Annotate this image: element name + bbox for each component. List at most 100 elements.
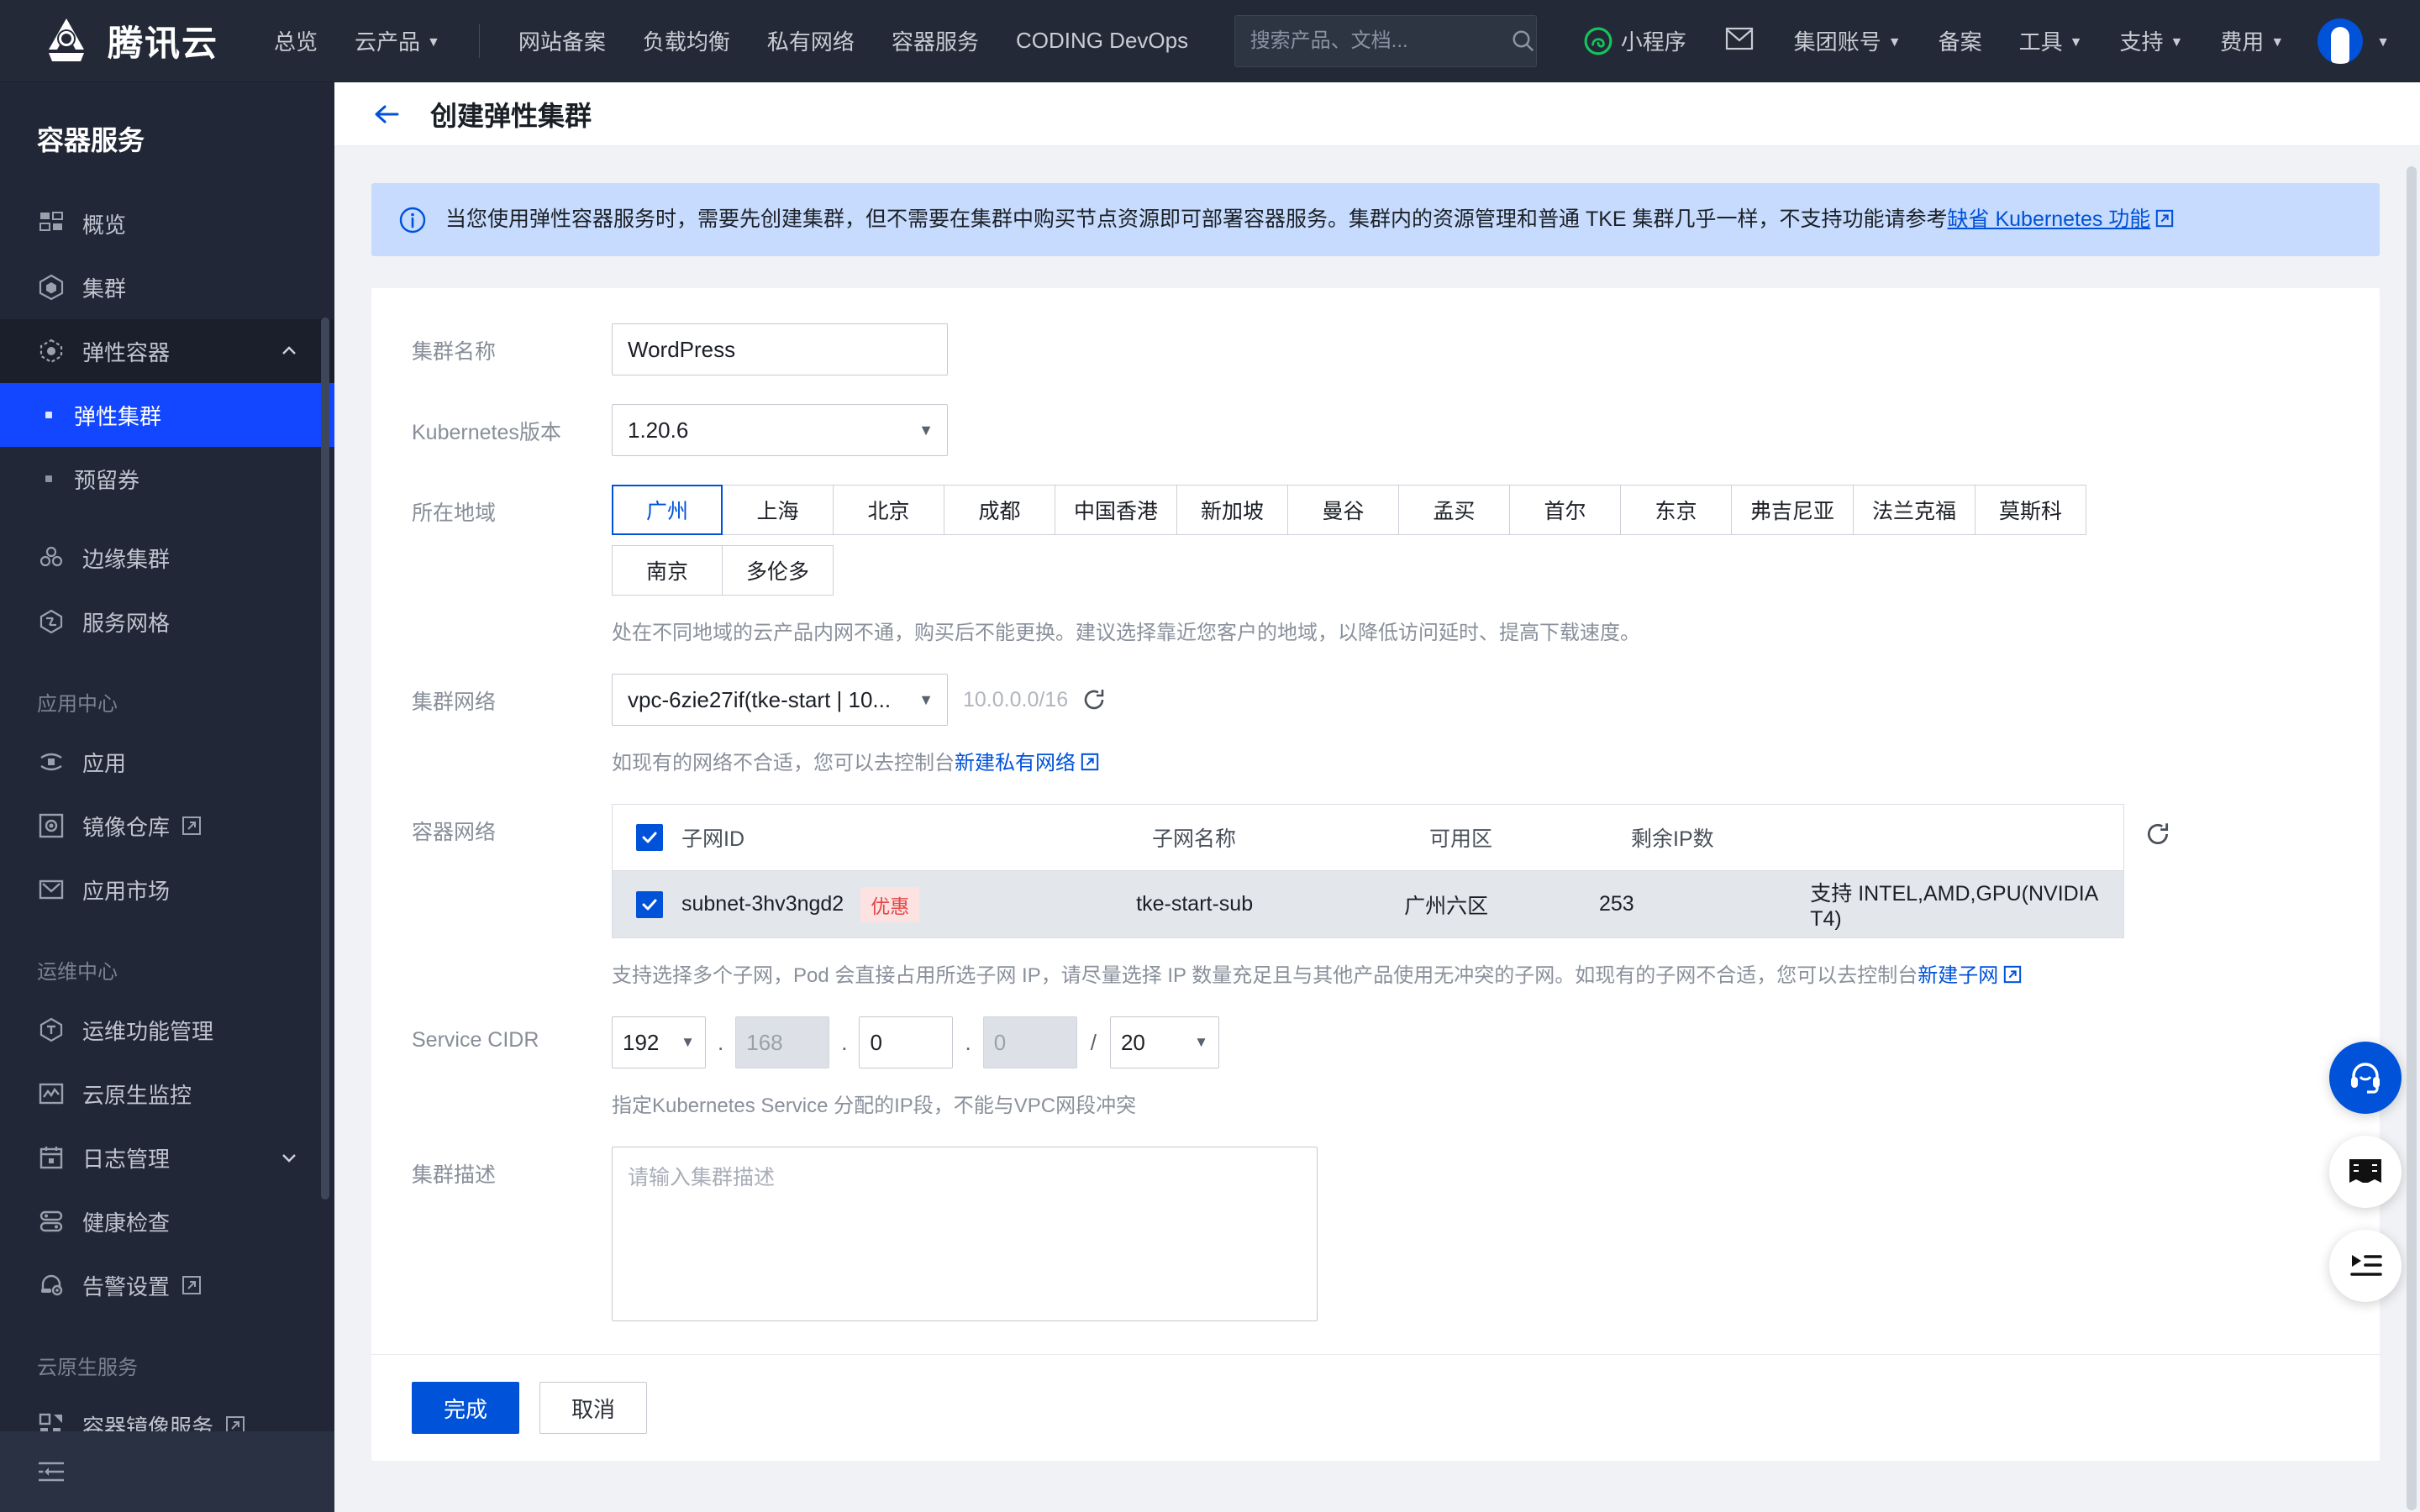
refresh-icon[interactable]: [2144, 821, 2171, 848]
region-tab-hongkong[interactable]: 中国香港: [1055, 485, 1178, 535]
sidebar-item-elastic-cluster[interactable]: 弹性集群: [0, 383, 334, 447]
sidebar-item-alarm-settings[interactable]: 告警设置: [0, 1253, 334, 1317]
label-region: 所在地域: [412, 501, 497, 525]
create-subnet-link[interactable]: 新建子网: [1918, 964, 1998, 987]
create-vpc-link[interactable]: 新建私有网络: [955, 752, 1076, 774]
user-menu[interactable]: ▼: [2302, 18, 2390, 64]
cluster-description-textarea[interactable]: [612, 1147, 1318, 1321]
customer-support-button[interactable]: [2329, 1042, 2402, 1114]
search-icon[interactable]: [1511, 29, 1536, 54]
nav-billing[interactable]: 费用 ▼: [2202, 0, 2302, 82]
sidebar-item-overview[interactable]: 概览: [0, 192, 334, 255]
global-search-box[interactable]: [1234, 14, 1537, 67]
sidebar-item-image-registry[interactable]: 镜像仓库: [0, 794, 334, 858]
nav-overview[interactable]: 总览: [255, 0, 336, 82]
cidr-mask-select[interactable]: 20 ▼: [1109, 1016, 1219, 1068]
region-tab-guangzhou[interactable]: 广州: [612, 485, 723, 535]
nav-filing[interactable]: 备案: [1920, 0, 2001, 82]
external-link-icon[interactable]: [1081, 753, 1099, 771]
nav-group-account-label: 集团账号: [1793, 29, 1881, 55]
sidebar-item-health-check[interactable]: 健康检查: [0, 1189, 334, 1253]
external-link-icon[interactable]: [2155, 209, 2174, 228]
sidebar-item-reserved-coupon[interactable]: 预留券: [0, 447, 334, 511]
row-checkbox[interactable]: [636, 890, 663, 918]
nav-private-network[interactable]: 私有网络: [749, 0, 873, 82]
cidr-octet-4-value: 0: [993, 1029, 1007, 1055]
label-cluster-network: 集群网络: [412, 690, 497, 714]
chevron-down-icon: ▼: [1194, 1034, 1208, 1050]
sidebar-item-elastic-container[interactable]: 弹性容器: [0, 319, 334, 383]
sidebar-collapse-button[interactable]: [0, 1431, 334, 1512]
nav-support[interactable]: 支持 ▼: [2101, 0, 2202, 82]
cancel-button[interactable]: 取消: [539, 1382, 647, 1434]
cluster-name-input[interactable]: [612, 323, 948, 375]
monitor-icon: [37, 1079, 66, 1108]
nav-website-filing[interactable]: 网站备案: [500, 0, 624, 82]
region-tab-virginia[interactable]: 弗吉尼亚: [1732, 485, 1854, 535]
message-button[interactable]: [1703, 26, 1776, 55]
main-scrollbar[interactable]: [2407, 166, 2417, 1510]
region-tab-moscow[interactable]: 莫斯科: [1975, 485, 2087, 535]
table-row[interactable]: subnet-3hv3ngd2 优惠 tke-start-sub 广州六区 25…: [613, 870, 2123, 937]
mini-program-link[interactable]: 小程序: [1567, 25, 1703, 56]
sidebar-item-label: 运维功能管理: [82, 1018, 214, 1044]
cidr-separator: .: [965, 1029, 971, 1055]
region-tab-nanjing[interactable]: 南京: [612, 545, 723, 596]
nav-container-service[interactable]: 容器服务: [873, 0, 997, 82]
chevron-down-icon: ▼: [918, 421, 934, 438]
documentation-button[interactable]: [2329, 1136, 2402, 1208]
sidebar-item-edge-cluster[interactable]: 边缘集群: [0, 526, 334, 590]
region-tab-shanghai[interactable]: 上海: [723, 485, 834, 535]
cidr-octet-1[interactable]: 192 ▼: [612, 1016, 706, 1068]
form-row-cluster-network: 集群网络 vpc-6zie27if(tke-start | 10... ▼ 10…: [371, 674, 2380, 775]
create-cluster-form-card: 集群名称 Kubernetes版本 1.20.6 ▼ 所在地域 广州 上海: [371, 288, 2380, 1461]
sidebar-item-app-market[interactable]: 应用市场: [0, 858, 334, 921]
sidebar-item-cluster[interactable]: 集群: [0, 255, 334, 319]
search-input[interactable]: [1249, 29, 1511, 53]
registry-icon: [37, 811, 66, 840]
cidr-octet-3[interactable]: 0: [859, 1016, 954, 1068]
external-link-icon[interactable]: [2003, 965, 2022, 984]
chevron-down-icon: [282, 1154, 296, 1163]
cidr-separator: .: [841, 1029, 848, 1055]
cell-zone: 广州六区: [1404, 894, 1489, 918]
region-tab-chengdu[interactable]: 成都: [944, 485, 1055, 535]
region-tab-tokyo[interactable]: 东京: [1621, 485, 1733, 535]
info-banner-link[interactable]: 缺省 Kubernetes 功能: [1948, 207, 2151, 231]
submit-button[interactable]: 完成: [412, 1382, 519, 1434]
sidebar-item-cloud-native-monitor[interactable]: 云原生监控: [0, 1062, 334, 1126]
region-tab-beijing[interactable]: 北京: [834, 485, 944, 535]
cidr-octet-2: 168: [735, 1016, 830, 1068]
brand-logo[interactable]: 腾讯云: [0, 15, 255, 66]
region-tab-seoul[interactable]: 首尔: [1510, 485, 1622, 535]
nav-tools[interactable]: 工具 ▼: [2001, 0, 2102, 82]
sidebar-scrollbar[interactable]: [321, 318, 329, 1200]
column-header-subnet-id: 子网ID: [681, 827, 745, 851]
cell-subnet-name: tke-start-sub: [1136, 892, 1254, 916]
region-tab-bangkok[interactable]: 曼谷: [1288, 485, 1400, 535]
cidr-separator: .: [718, 1029, 724, 1055]
sidebar-item-ops-management[interactable]: 运维功能管理: [0, 998, 334, 1062]
k8s-version-select[interactable]: 1.20.6 ▼: [612, 404, 948, 456]
nav-load-balancer[interactable]: 负载均衡: [624, 0, 749, 82]
sidebar-item-log-management[interactable]: 日志管理: [0, 1126, 334, 1189]
info-icon: [399, 207, 426, 233]
region-tab-singapore[interactable]: 新加坡: [1177, 485, 1289, 535]
vpc-select[interactable]: vpc-6zie27if(tke-start | 10... ▼: [612, 674, 948, 726]
sidebar-item-application[interactable]: 应用: [0, 730, 334, 794]
back-arrow-icon[interactable]: [371, 99, 402, 129]
sidebar-title: 容器服务: [37, 125, 145, 155]
nav-cloud-products[interactable]: 云产品 ▼: [336, 0, 459, 82]
region-tab-frankfurt[interactable]: 法兰克福: [1854, 485, 1976, 535]
refresh-icon[interactable]: [1081, 687, 1107, 712]
form-row-cluster-description: 集群描述: [371, 1147, 2380, 1326]
sidebar-item-service-mesh[interactable]: 服务网格: [0, 590, 334, 654]
region-tab-mumbai[interactable]: 孟买: [1399, 485, 1511, 535]
feedback-button[interactable]: [2329, 1230, 2402, 1302]
nav-coding-devops[interactable]: CODING DevOps: [997, 0, 1207, 82]
region-tab-toronto[interactable]: 多伦多: [723, 545, 834, 596]
select-all-checkbox[interactable]: [636, 824, 663, 851]
cell-subnet-id: subnet-3hv3ngd2 优惠: [681, 886, 1136, 922]
sidebar-item-label: 日志管理: [82, 1146, 171, 1172]
nav-group-account[interactable]: 集团账号 ▼: [1776, 0, 1920, 82]
